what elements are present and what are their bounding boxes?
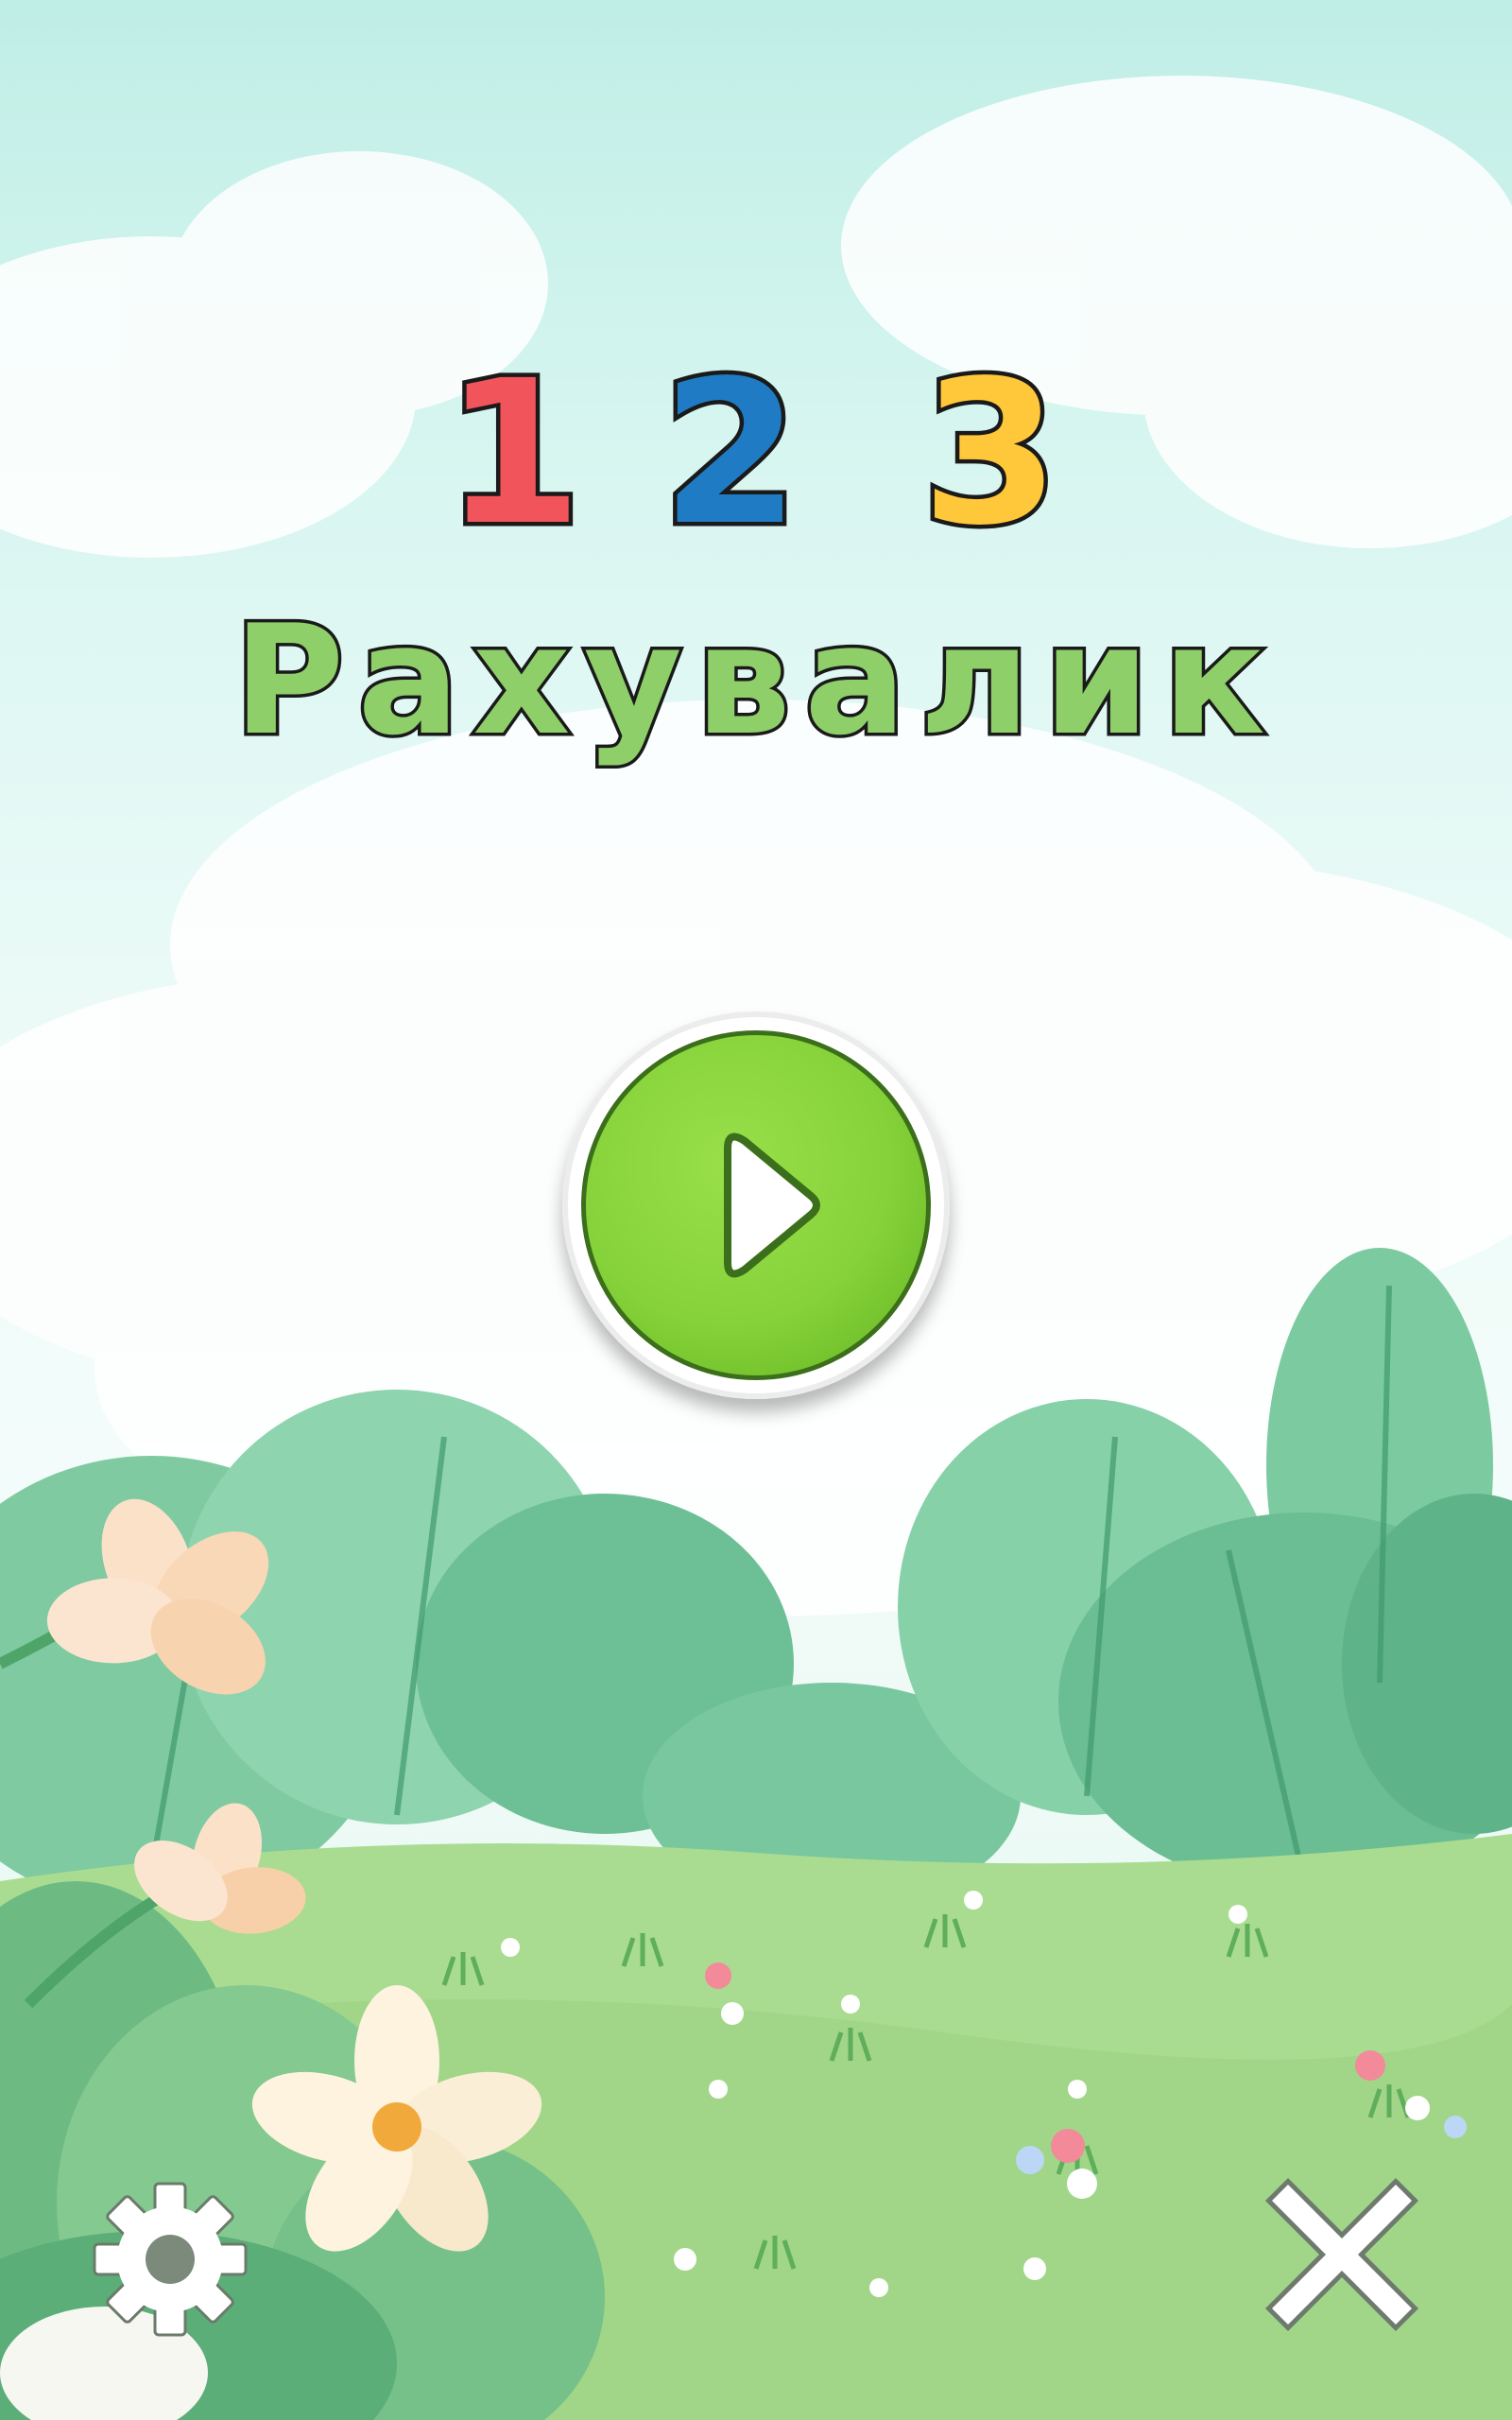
gear-icon	[93, 2182, 248, 2337]
play-button-face	[581, 1030, 931, 1380]
play-triangle-icon	[724, 1132, 820, 1278]
logo-digit-two: 2	[657, 336, 803, 571]
logo-digit-three: 3	[917, 336, 1063, 571]
play-button[interactable]	[562, 1011, 950, 1399]
close-x-icon	[1264, 2177, 1419, 2332]
logo-digit-one: 1	[439, 336, 586, 571]
close-button[interactable]	[1262, 2174, 1422, 2335]
settings-button[interactable]	[90, 2179, 250, 2340]
logo-digits: 1 2 3	[0, 336, 1512, 571]
game-start-screen: 1 2 3 Рахувалик	[0, 0, 1512, 2420]
game-title: Рахувалик	[231, 589, 1279, 772]
